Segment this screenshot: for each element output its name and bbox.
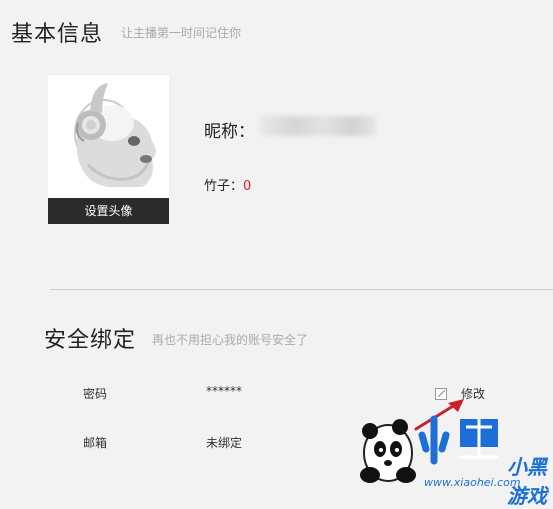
password-value: ****** bbox=[206, 384, 242, 398]
watermark-logo: 小黑游戏 www.xiaohei.com bbox=[356, 405, 553, 508]
bamboo-label: 竹子： bbox=[204, 179, 244, 194]
nickname-value-blurred bbox=[260, 116, 376, 136]
bamboo-row: 竹子：0 bbox=[204, 175, 251, 194]
set-avatar-button[interactable]: 设置头像 bbox=[48, 198, 169, 224]
password-label: 密码 bbox=[83, 387, 108, 401]
security-section-title: 安全绑定 bbox=[44, 328, 137, 353]
avatar-card: 设置头像 bbox=[48, 75, 169, 224]
bamboo-value: 0 bbox=[243, 179, 252, 194]
nickname-label: 昵称： bbox=[204, 122, 255, 142]
panda-avatar-icon bbox=[74, 83, 156, 187]
security-section-subtitle: 再也不用担心我的账号安全了 bbox=[152, 333, 309, 347]
section-divider bbox=[50, 289, 553, 290]
email-label: 邮箱 bbox=[83, 436, 108, 450]
email-value: 未绑定 bbox=[206, 436, 243, 450]
profile-section-subtitle: 让主播第一时间记住你 bbox=[121, 26, 242, 40]
watermark-url: www.xiaohei.com bbox=[424, 476, 521, 489]
profile-section-title: 基本信息 bbox=[11, 22, 104, 47]
